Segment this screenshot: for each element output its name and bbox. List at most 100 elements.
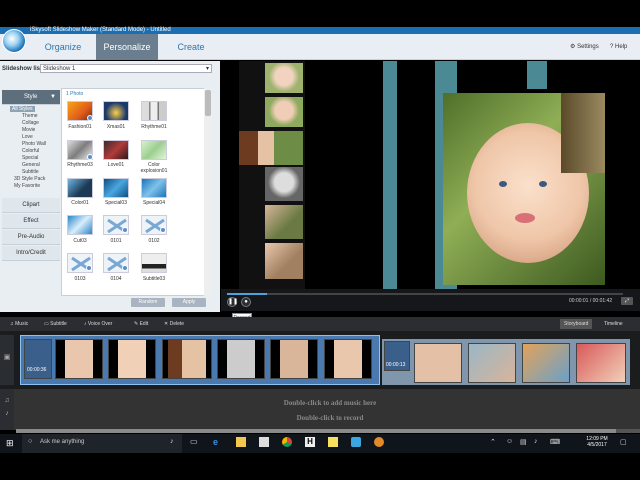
slideshow-list-select[interactable]: Slideshow 1 ▾ <box>40 64 212 73</box>
chrome-icon[interactable] <box>282 437 292 447</box>
tab-create[interactable]: Create <box>158 34 224 60</box>
chevron-down-icon: ▾ <box>205 66 209 72</box>
store-icon[interactable] <box>259 437 269 447</box>
style-subitem[interactable]: 3D Style Pack <box>14 176 45 182</box>
style-subitem[interactable]: Photo Wall <box>22 141 46 147</box>
style-subitem[interactable]: General <box>22 162 40 168</box>
audio-track[interactable]: ♫ ♪ Double-click to add music here Doubl… <box>0 389 640 430</box>
help-button[interactable]: ? Help <box>610 34 627 60</box>
grid-scrollbar[interactable] <box>204 88 212 296</box>
eye <box>499 181 507 187</box>
voice-over-label: Voice Over <box>87 321 113 327</box>
volume-icon[interactable]: ♪ <box>534 438 538 445</box>
fullscreen-button[interactable]: ⤢ <box>621 297 633 305</box>
category-effect[interactable]: Effect <box>2 214 60 229</box>
progress-track[interactable] <box>227 293 623 295</box>
clip-thumbnail[interactable] <box>55 339 103 379</box>
random-button[interactable]: Random <box>131 298 165 307</box>
tab-personalize[interactable]: Personalize <box>96 34 158 60</box>
style-tile-subtitle03[interactable] <box>141 253 167 273</box>
timeline-toggle[interactable]: Timeline <box>604 317 623 331</box>
tile-label: Rhythme03 <box>67 162 93 168</box>
edit-button[interactable]: ✎ Edit <box>134 317 148 331</box>
remote-app-icon[interactable] <box>351 437 361 447</box>
task-view-icon[interactable]: ▭ <box>190 437 200 447</box>
delete-button[interactable]: ✕ Delete <box>164 317 184 331</box>
windows-start-icon[interactable]: ⊞ <box>6 438 14 449</box>
clip-thumbnail[interactable] <box>162 339 212 379</box>
clip-thumbnail[interactable] <box>217 339 265 379</box>
tab-organize[interactable]: Organize <box>30 34 96 60</box>
film-icon: ▣ <box>3 354 11 361</box>
style-tile-color01[interactable] <box>67 178 93 198</box>
tile-label: 0101 <box>110 238 122 244</box>
track-header: ♫ ♪ <box>0 389 14 430</box>
clip-thumbnail[interactable] <box>324 339 372 379</box>
style-tile-rhythme01[interactable] <box>141 101 167 121</box>
stop-button[interactable]: ● <box>241 297 251 307</box>
edge-browser-icon[interactable]: e <box>213 437 223 447</box>
clip-thumbnail[interactable] <box>468 343 516 383</box>
sticky-notes-icon[interactable] <box>328 437 338 447</box>
subtitle-button[interactable]: ▭ Subtitle <box>44 317 67 331</box>
taskbar-clock[interactable]: 12:09 PM 4/5/2017 <box>580 436 614 448</box>
film-frame <box>265 97 303 127</box>
clip-thumbnail[interactable] <box>522 343 570 383</box>
slideshow-maker-taskbar-icon[interactable] <box>374 437 384 447</box>
download-badge-icon <box>87 154 93 160</box>
slideshow-list-value: Slideshow 1 <box>43 66 76 72</box>
keyboard-icon[interactable]: ⌨ <box>550 438 560 446</box>
pause-button[interactable]: ❚❚ <box>227 297 238 307</box>
film-frame <box>265 63 303 93</box>
settings-button[interactable]: ⚙ Settings <box>570 34 599 60</box>
style-subitem[interactable]: Movie <box>22 127 35 133</box>
fullscreen-icon: ⤢ <box>624 298 629 304</box>
style-subitem[interactable]: Subtitle <box>22 169 39 175</box>
style-tile-cut03[interactable] <box>67 215 93 235</box>
style-tile-xmas01[interactable] <box>103 101 129 121</box>
scrollbar-thumb[interactable] <box>205 90 211 116</box>
category-clipart[interactable]: Clipart <box>2 198 60 213</box>
category-intro-credit[interactable]: Intro/Credit <box>2 246 60 261</box>
search-icon: ○ <box>28 438 33 445</box>
window-title: iSkysoft Slideshow Maker (Standard Mode)… <box>30 27 171 33</box>
style-tile-special03[interactable] <box>103 178 129 198</box>
clip-thumbnail[interactable] <box>414 343 462 383</box>
style-subitem[interactable]: Theme <box>22 113 38 119</box>
style-subitem[interactable]: All Styles <box>10 106 35 112</box>
style-tile-color-explosion01[interactable] <box>141 140 167 160</box>
film-frame <box>239 131 303 165</box>
style-subitem[interactable]: Special <box>22 155 38 161</box>
clip-thumbnail[interactable]: 00:00:13 <box>384 341 410 371</box>
tray-chevron-icon[interactable]: ⌃ <box>490 438 496 446</box>
scrollbar-thumb[interactable] <box>16 429 616 433</box>
edit-label: Edit <box>139 321 149 327</box>
style-subitem[interactable]: Love <box>22 134 33 140</box>
taskbar-search[interactable]: ○ Ask me anything ♪ <box>22 434 182 453</box>
voice-over-button[interactable]: ♪ Voice Over <box>84 317 112 331</box>
style-subitem[interactable]: My Favorite <box>14 183 40 189</box>
clip-thumbnail[interactable] <box>576 343 626 383</box>
notifications-icon[interactable]: ▢ <box>620 438 627 446</box>
network-icon[interactable]: ▤ <box>520 438 527 446</box>
clip-thumbnail[interactable] <box>108 339 156 379</box>
music-button[interactable]: ♫ Music <box>10 317 28 331</box>
category-style-label: Style <box>24 94 38 100</box>
h-app-icon[interactable]: H <box>305 437 315 447</box>
timeline-scrollbar[interactable] <box>16 429 640 433</box>
category-pre-audio[interactable]: Pre-Audio <box>2 230 60 245</box>
style-tile-love01[interactable] <box>103 140 129 160</box>
style-tile-special04[interactable] <box>141 178 167 198</box>
category-style[interactable]: Style ▼ <box>2 90 60 105</box>
microphone-icon: ♪ <box>5 410 9 417</box>
people-icon[interactable]: ☺ <box>506 438 513 445</box>
clip-thumbnail[interactable]: 00:00:36 <box>24 339 52 379</box>
tile-label: 0103 <box>74 276 86 282</box>
style-subitem[interactable]: Collage <box>22 120 39 126</box>
apply-button[interactable]: Apply <box>172 298 206 307</box>
style-subitem[interactable]: Colorful <box>22 148 39 154</box>
preview-canvas <box>221 61 640 289</box>
clip-thumbnail[interactable] <box>270 339 318 379</box>
storyboard-toggle[interactable]: Storyboard <box>560 319 593 329</box>
file-explorer-icon[interactable] <box>236 437 246 447</box>
